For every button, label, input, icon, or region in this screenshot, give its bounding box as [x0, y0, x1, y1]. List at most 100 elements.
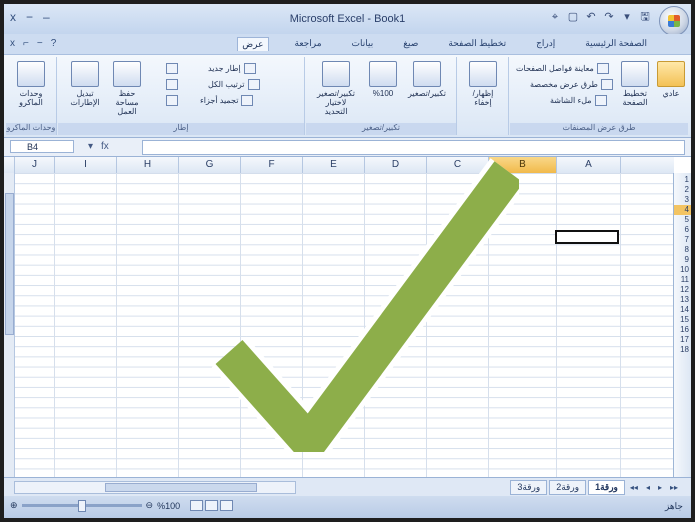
column-header[interactable]: G — [178, 157, 240, 173]
row-header[interactable]: 12 — [674, 285, 691, 295]
row-header[interactable]: 5 — [674, 215, 691, 225]
column-header[interactable]: A — [556, 157, 620, 173]
ribbon: وحدات الماكرو وحدات الماكرو تبديل الإطار… — [4, 55, 691, 138]
name-box-dropdown-icon[interactable]: ▾ — [88, 141, 93, 152]
page-layout-view-icon[interactable] — [205, 500, 219, 511]
normal-view-icon[interactable] — [220, 500, 234, 511]
macros-button[interactable]: وحدات الماكرو — [14, 61, 48, 107]
row-header[interactable]: 2 — [674, 185, 691, 195]
hide-button[interactable] — [166, 79, 178, 90]
tab-home[interactable]: الصفحة الرئيسية — [581, 37, 651, 51]
sheet-tab[interactable]: ورقة3 — [510, 480, 548, 495]
quick-access-toolbar: ⌖ ▢ ↶ ↷ ▾ 🖫 — [549, 10, 651, 24]
unhide-button[interactable] — [166, 95, 178, 106]
zoom-in-icon[interactable]: ⊕ — [10, 500, 18, 511]
column-header[interactable]: H — [116, 157, 178, 173]
row-header[interactable]: 8 — [674, 245, 691, 255]
magnifier-icon — [413, 61, 441, 87]
switch-windows-button[interactable]: تبديل الإطارات — [68, 61, 102, 107]
row-header[interactable]: 1 — [674, 175, 691, 185]
split-icon — [166, 63, 178, 74]
row-header[interactable]: 3 — [674, 195, 691, 205]
sheet-tab-bar: ورقة3 ورقة2 ورقة1 ◂◂ ◂ ▸ ▸▸ — [4, 477, 691, 496]
full-screen-button[interactable]: ملء الشاشة — [550, 95, 607, 106]
qat-customize-icon[interactable]: ⌖ — [549, 10, 561, 24]
formula-input[interactable] — [142, 140, 685, 155]
column-header-selected[interactable]: B — [488, 157, 556, 173]
normal-view-button[interactable]: عادي — [654, 61, 688, 98]
workbook-restore-button[interactable]: ⌐ — [23, 38, 29, 49]
switch-windows-icon — [71, 61, 99, 87]
row-header[interactable]: 18 — [674, 345, 691, 355]
column-header[interactable]: F — [240, 157, 302, 173]
custom-views-button[interactable]: طرق عرض مخصصة — [530, 79, 613, 90]
row-header[interactable]: 16 — [674, 325, 691, 335]
zoom-to-selection-button[interactable]: تكبير/تصغير لاختيار التحديد — [314, 61, 358, 116]
arrange-all-button[interactable]: ترتيب الكل — [208, 79, 260, 90]
save-workspace-button[interactable]: حفظ مساحة العمل — [110, 61, 144, 116]
full-screen-icon — [594, 95, 607, 106]
scrollbar-thumb[interactable] — [105, 483, 257, 492]
fx-button[interactable]: fx — [101, 141, 109, 152]
column-header[interactable]: I — [54, 157, 116, 173]
workbook-close-button[interactable]: x — [10, 38, 15, 49]
row-header[interactable]: 13 — [674, 295, 691, 305]
scrollbar-thumb[interactable] — [5, 193, 14, 335]
save-icon[interactable]: 🖫 — [639, 10, 651, 24]
row-header[interactable]: 7 — [674, 235, 691, 245]
split-button[interactable] — [166, 63, 178, 74]
sheet-tab[interactable]: ورقة2 — [549, 480, 587, 495]
sheet-nav-next-icon[interactable]: ▸ — [655, 483, 665, 492]
column-header[interactable]: E — [302, 157, 364, 173]
worksheet-grid[interactable]: J I H G F E D C B A 1 2 3 4 5 6 7 8 9 10… — [4, 157, 691, 477]
workbook-minimize-button[interactable]: − — [37, 38, 43, 49]
cell-area[interactable] — [4, 173, 674, 477]
new-window-button[interactable]: إطار جديد — [208, 63, 256, 74]
column-header[interactable]: D — [364, 157, 426, 173]
grid-line — [178, 173, 179, 477]
page-break-preview-button[interactable]: معاينة فواصل الصفحات — [516, 63, 609, 74]
freeze-panes-button[interactable]: تجميد أجزاء — [200, 95, 254, 106]
zoom-slider[interactable] — [21, 500, 142, 512]
redo-icon[interactable]: ↷ — [603, 10, 615, 24]
horizontal-scrollbar[interactable] — [14, 481, 296, 494]
undo-icon[interactable]: ↶ — [585, 10, 597, 24]
zoom-100-button[interactable]: %100 — [366, 61, 400, 98]
tab-insert[interactable]: إدراج — [532, 37, 559, 51]
qat-dropdown-icon[interactable]: ▾ — [621, 10, 633, 24]
row-header[interactable]: 11 — [674, 275, 691, 285]
tab-data[interactable]: بيانات — [348, 37, 378, 51]
office-button[interactable] — [659, 6, 689, 36]
help-icon[interactable]: ? — [51, 38, 57, 49]
tab-page-layout[interactable]: تخطيط الصفحة — [444, 37, 510, 51]
row-header[interactable]: 6 — [674, 225, 691, 235]
active-cell[interactable] — [555, 230, 619, 244]
zoom-level[interactable]: %100 — [157, 501, 180, 511]
page-layout-view-button[interactable]: تخطيط الصفحة — [618, 61, 652, 107]
tab-formulas[interactable]: صيغ — [399, 37, 422, 51]
sheet-nav-last-icon[interactable]: ▸▸ — [667, 483, 681, 492]
sheet-nav-first-icon[interactable]: ◂◂ — [627, 483, 641, 492]
zoom-button[interactable]: تكبير/تصغير — [406, 61, 448, 98]
tab-view[interactable]: عرض — [237, 37, 269, 51]
name-box[interactable]: B4 — [10, 140, 74, 153]
qat-box-icon[interactable]: ▢ — [567, 10, 579, 24]
row-header[interactable]: 10 — [674, 265, 691, 275]
zoom-slider-knob[interactable] — [77, 500, 86, 512]
vertical-scrollbar[interactable] — [4, 173, 15, 477]
grid-line — [302, 173, 303, 477]
row-header-selected[interactable]: 4 — [674, 205, 691, 215]
show-hide-button[interactable]: إظهار/إخفاء — [466, 61, 500, 107]
row-header[interactable]: 14 — [674, 305, 691, 315]
page-break-view-icon[interactable] — [190, 500, 204, 511]
column-header[interactable]: J — [14, 157, 54, 173]
zoom-out-icon[interactable]: ⊖ — [146, 500, 154, 511]
ribbon-group-label: طرق عرض المصنفات — [510, 123, 688, 135]
row-header[interactable]: 17 — [674, 335, 691, 345]
row-header[interactable]: 9 — [674, 255, 691, 265]
sheet-tab-active[interactable]: ورقة1 — [588, 480, 625, 495]
tab-review[interactable]: مراجعة — [291, 37, 326, 51]
sheet-nav-prev-icon[interactable]: ◂ — [643, 483, 653, 492]
column-header[interactable]: C — [426, 157, 488, 173]
row-header[interactable]: 15 — [674, 315, 691, 325]
